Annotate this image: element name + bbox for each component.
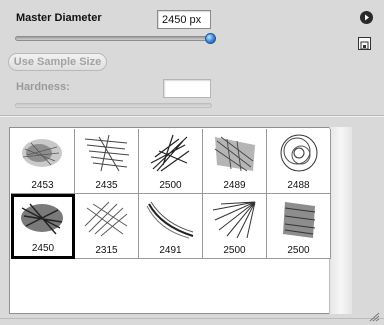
- brush-size-label: 2450: [31, 243, 55, 254]
- brush-stroke-icon: [214, 136, 255, 172]
- brush-size-label: 2435: [95, 180, 118, 191]
- brush-size-label: 2489: [223, 180, 246, 191]
- brush-preset-cell[interactable]: 2489: [203, 129, 267, 194]
- brush-size-label: 2500: [287, 245, 310, 256]
- resize-grip-icon[interactable]: [368, 312, 380, 322]
- brush-preset-cell[interactable]: 2453: [11, 129, 75, 194]
- master-diameter-slider[interactable]: [15, 36, 212, 41]
- brush-size-label: 2500: [159, 180, 182, 191]
- brush-size-label: 2453: [31, 180, 54, 191]
- hardness-slider[interactable]: [15, 103, 212, 108]
- brush-stroke-icon: [146, 201, 194, 239]
- brush-size-label: 2315: [95, 245, 118, 256]
- brush-preset-panel: Master Diameter 2450 px Use Sample Size …: [0, 0, 384, 325]
- brush-size-label: 2500: [223, 245, 246, 256]
- brush-stroke-icon: [21, 203, 63, 235]
- brush-preset-cell[interactable]: 2315: [75, 194, 139, 259]
- brush-stroke-icon: [212, 201, 256, 239]
- brush-stroke-icon: [150, 134, 190, 172]
- new-preset-icon[interactable]: [358, 37, 371, 50]
- brush-size-label: 2491: [159, 245, 182, 256]
- hardness-field[interactable]: [163, 79, 211, 98]
- brush-stroke-icon: [84, 201, 128, 237]
- brush-preset-cell[interactable]: 2500: [267, 194, 331, 259]
- brush-preset-cell[interactable]: 2435: [75, 129, 139, 194]
- bottom-divider: [0, 318, 384, 319]
- flyout-menu-icon[interactable]: [360, 11, 373, 24]
- brush-preset-cell-selected[interactable]: 2450: [11, 194, 75, 259]
- brush-stroke-icon: [280, 134, 318, 172]
- brush-preset-cell[interactable]: 2488: [267, 129, 331, 194]
- hardness-label: Hardness:: [16, 81, 70, 93]
- master-diameter-label: Master Diameter: [16, 12, 102, 24]
- brush-preset-cell[interactable]: 2500: [139, 129, 203, 194]
- brush-stroke-icon: [283, 202, 316, 238]
- brush-preset-grid: 2453 2435 2500 2489 2488 2450 2315 2491 …: [11, 129, 331, 259]
- brush-stroke-icon: [84, 134, 130, 172]
- brush-list-scrollbar[interactable]: [329, 127, 352, 314]
- brush-size-label: 2488: [287, 180, 310, 191]
- use-sample-size-button[interactable]: Use Sample Size: [8, 53, 107, 71]
- master-diameter-field[interactable]: 2450 px: [157, 10, 211, 29]
- section-divider-highlight: [0, 116, 384, 117]
- brush-preset-cell[interactable]: 2500: [203, 194, 267, 259]
- master-diameter-slider-knob[interactable]: [205, 33, 216, 44]
- brush-stroke-icon: [22, 139, 62, 167]
- brush-preset-cell[interactable]: 2491: [139, 194, 203, 259]
